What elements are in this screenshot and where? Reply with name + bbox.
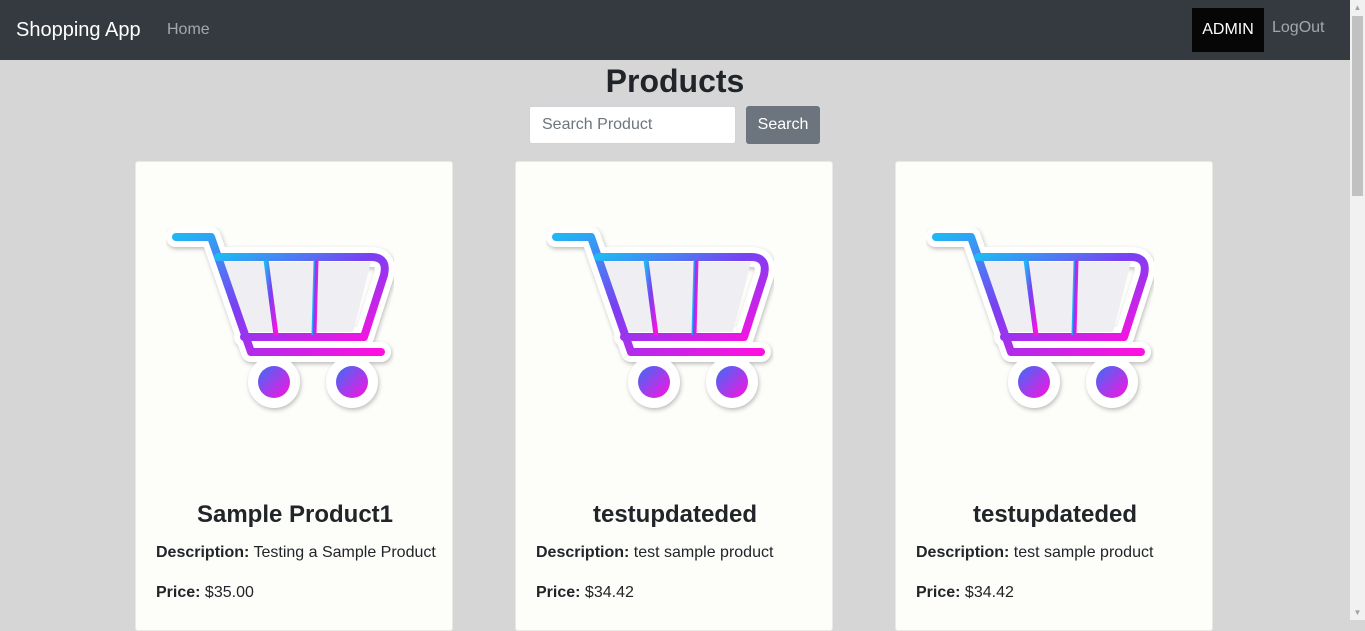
description-label: Description: (916, 544, 1010, 561)
search-button[interactable]: Search (746, 106, 820, 144)
nav-logout-link[interactable]: LogOut (1272, 18, 1324, 38)
product-price: Price: $34.42 (536, 583, 634, 603)
shopping-cart-icon (166, 227, 394, 417)
product-description: Description: test sample product (536, 543, 773, 563)
price-label: Price: (156, 584, 201, 601)
product-description: Description: Testing a Sample Product (156, 543, 436, 563)
scroll-up-arrow-icon[interactable]: ▲ (1350, 0, 1365, 15)
shopping-cart-icon (546, 227, 774, 417)
product-name: Sample Product1 (196, 501, 394, 528)
price-label: Price: (536, 584, 581, 601)
scroll-down-arrow-icon[interactable]: ▼ (1350, 605, 1365, 620)
nav-admin-link[interactable]: ADMIN (1192, 8, 1264, 52)
search-input[interactable] (529, 106, 736, 144)
page-scrollbar[interactable]: ▲ ▼ (1350, 0, 1365, 620)
description-label: Description: (536, 544, 630, 561)
product-price: Price: $34.42 (916, 583, 1014, 603)
price-value: $34.42 (964, 584, 1014, 601)
product-price: Price: $35.00 (156, 583, 254, 603)
description-value: test sample product (1013, 544, 1154, 561)
nav-home-link[interactable]: Home (167, 20, 210, 40)
product-description: Description: test sample product (916, 543, 1153, 563)
price-label: Price: (916, 584, 961, 601)
product-card: testupdateded Description: test sample p… (515, 161, 833, 631)
product-card: testupdateded Description: test sample p… (895, 161, 1213, 631)
price-value: $34.42 (584, 584, 634, 601)
price-value: $35.00 (204, 584, 254, 601)
product-card: Sample Product1 Description: Testing a S… (135, 161, 453, 631)
description-value: test sample product (633, 544, 774, 561)
brand-link[interactable]: Shopping App (16, 17, 141, 43)
product-name: testupdateded (972, 501, 1137, 528)
description-label: Description: (156, 544, 250, 561)
product-name: testupdateded (592, 501, 757, 528)
shopping-cart-icon (926, 227, 1154, 417)
page-title: Products (605, 63, 745, 99)
description-value: Testing a Sample Product (253, 544, 436, 561)
navbar: Shopping App Home ADMIN LogOut (0, 0, 1350, 60)
scrollbar-thumb[interactable] (1352, 16, 1363, 196)
